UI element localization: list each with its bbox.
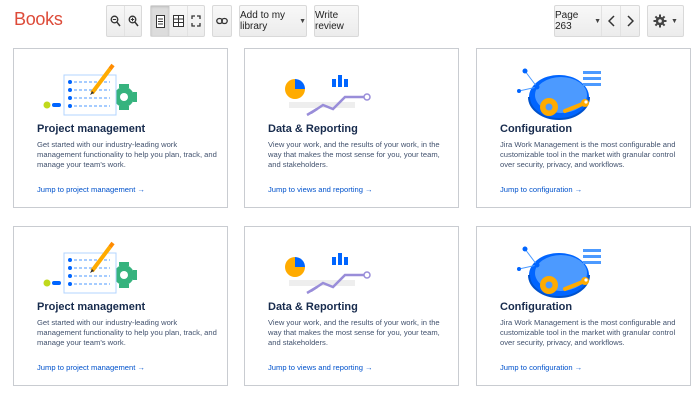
card-link[interactable]: Jump to views and reporting → [268,363,373,372]
link-icon [216,17,228,25]
link-group [212,5,232,37]
card-description: Get started with our industry-leading wo… [37,140,217,170]
card-project-management: Project management Get started with our … [13,48,228,208]
card-configuration: Configuration Jira Work Management is th… [476,226,691,386]
chevron-down-icon: ▼ [594,17,601,25]
link-button[interactable] [213,6,231,36]
card-link-label: Jump to views and reporting [268,363,363,372]
settings-dropdown[interactable]: ▼ [647,5,684,37]
card-link-label: Jump to project management [37,363,136,372]
arrow-right-icon: → [137,363,145,372]
gear-icon [653,14,667,28]
arrow-right-icon: → [364,185,373,194]
zoom-out-icon [110,15,121,27]
configuration-illustration [517,246,601,298]
data-reporting-illustration [285,253,371,295]
arrow-right-icon: → [137,185,145,194]
card-description: Jira Work Management is the most configu… [500,140,676,170]
zoom-in-button[interactable] [124,6,141,36]
chevron-right-icon [626,15,634,27]
card-title: Data & Reporting [268,123,358,135]
single-page-view-button[interactable] [151,6,169,36]
page-navigation: Page 263 ▼ [554,5,640,37]
arrow-right-icon: → [364,363,373,372]
card-link[interactable]: Jump to configuration → [500,185,582,194]
write-review-group: Write review [314,5,359,37]
card-description: View your work, and the results of your … [268,318,440,348]
card-title: Configuration [500,123,573,135]
zoom-in-icon [128,15,139,27]
card-description: Jira Work Management is the most configu… [500,318,676,348]
page-select[interactable]: Page 263 ▼ [555,6,601,36]
card-configuration: Configuration Jira Work Management is th… [476,48,691,208]
card-link[interactable]: Jump to project management → [37,363,145,372]
chevron-left-icon [607,15,615,27]
arrow-right-icon: → [574,185,583,194]
single-page-view-icon [155,14,165,28]
card-link-label: Jump to project management [37,185,136,194]
arrow-right-icon: → [574,363,583,372]
zoom-group [106,5,142,37]
write-review-button[interactable]: Write review [315,6,358,36]
card-description: Get started with our industry-leading wo… [37,318,217,348]
two-page-view-button[interactable] [169,6,187,36]
configuration-illustration [517,68,601,120]
card-link-label: Jump to views and reporting [268,185,363,194]
page-label: Page 263 [555,10,579,32]
card-link[interactable]: Jump to project management → [37,185,145,194]
next-page-button[interactable] [620,6,639,36]
zoom-out-button[interactable] [107,6,124,36]
chevron-down-icon: ▼ [671,17,678,25]
fullscreen-icon [191,15,201,27]
add-to-library-label: Add to my library [240,10,286,32]
books-toolbar: Books Add to my library ▼ Write review P… [0,0,700,44]
card-link-label: Jump to configuration [500,363,573,372]
two-page-view-icon [173,15,184,27]
card-project-management: Project management Get started with our … [13,226,228,386]
chevron-down-icon: ▼ [299,17,306,25]
project-management-illustration [43,241,137,294]
card-data-reporting: Data & Reporting View your work, and the… [244,226,459,386]
card-link[interactable]: Jump to views and reporting → [268,185,373,194]
card-title: Project management [37,123,146,135]
fullscreen-button[interactable] [187,6,204,36]
view-mode-group [150,5,205,37]
previous-page-button[interactable] [601,6,620,36]
add-to-library-dropdown[interactable]: Add to my library ▼ [239,5,307,37]
data-reporting-illustration [285,75,371,117]
project-management-illustration [43,63,137,116]
card-title: Project management [37,301,146,313]
books-logo[interactable]: Books [14,9,63,30]
card-link-label: Jump to configuration [500,185,573,194]
card-data-reporting: Data & Reporting View your work, and the… [244,48,459,208]
card-description: View your work, and the results of your … [268,140,440,170]
card-title: Configuration [500,301,573,313]
add-to-library-button[interactable]: Add to my library ▼ [240,6,306,36]
card-title: Data & Reporting [268,301,358,313]
settings-button[interactable]: ▼ [648,6,683,36]
card-link[interactable]: Jump to configuration → [500,363,582,372]
